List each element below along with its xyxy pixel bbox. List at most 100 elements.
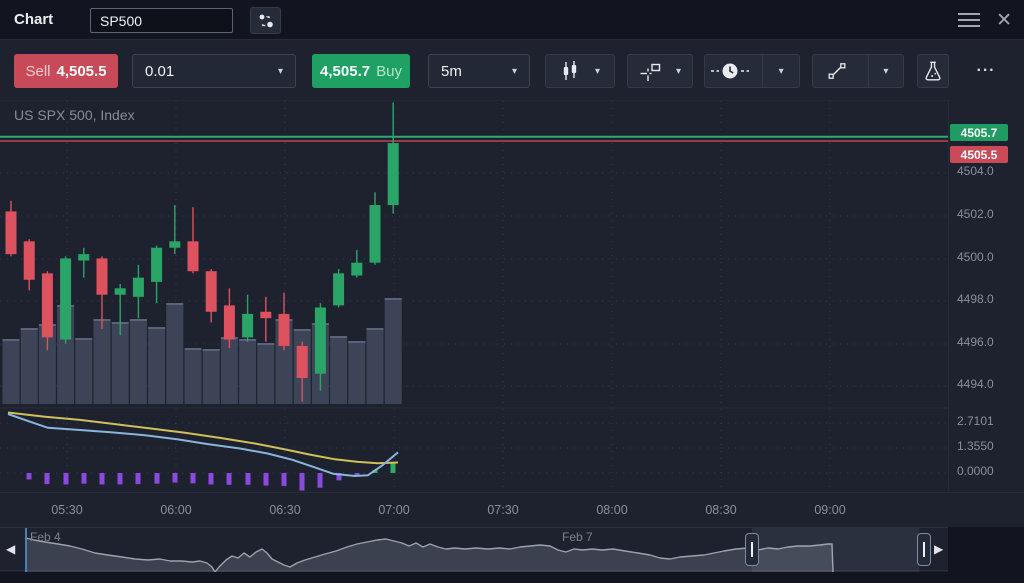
flask-icon — [923, 60, 943, 82]
related-markets-button[interactable] — [250, 7, 281, 34]
candle-body — [297, 346, 308, 378]
navigator-selection-window[interactable] — [752, 528, 919, 572]
navigator-left-handle[interactable] — [745, 533, 759, 566]
chart-window: Chart SP500 ✕ Sell 4,505.5 0.01 — [0, 0, 1024, 583]
candle-body — [78, 254, 89, 260]
sell-button[interactable]: Sell 4,505.5 — [14, 54, 118, 88]
candle-body — [224, 305, 235, 339]
volume-bar — [239, 339, 256, 404]
time-axis[interactable]: 05:3006:0006:3007:0007:3008:0008:3009:00 — [0, 492, 1024, 527]
chart-canvas[interactable] — [0, 100, 948, 492]
volume-bar-cap — [330, 336, 347, 338]
symbol-value: SP500 — [100, 13, 142, 29]
volume-bar — [348, 341, 365, 404]
navigator-scroll-right-icon[interactable]: ▶ — [934, 542, 943, 556]
candle-body — [370, 205, 381, 263]
chevron-down-icon: ▾ — [779, 66, 784, 77]
volume-bar — [130, 319, 147, 404]
candle-body — [24, 241, 35, 279]
navigator-right-handle[interactable] — [917, 533, 931, 566]
axis-tick-label: 4494.0 — [957, 377, 994, 391]
candle-body — [60, 258, 71, 339]
clock-dashes-icon[interactable] — [705, 55, 755, 87]
macd-histogram-bar — [155, 473, 160, 484]
volume-bar-cap — [367, 328, 384, 330]
chevron-down-icon: ▾ — [595, 66, 600, 77]
candle-body — [260, 312, 271, 318]
history-navigator[interactable]: Feb 4 Feb 7 ◀ ▶ — [0, 527, 948, 571]
topbar: Chart SP500 ✕ — [0, 0, 1024, 40]
crosshair-price-label-icon — [639, 60, 661, 82]
macd-histogram-bar — [246, 473, 251, 485]
time-tick-label: 07:30 — [487, 503, 518, 517]
navigator-area-fill — [26, 538, 833, 572]
volume-bar — [166, 303, 183, 404]
timeframe-dropdown[interactable]: 5m ▾ — [428, 54, 530, 88]
macd-histogram-bar — [391, 463, 396, 473]
clock-tool-caret[interactable]: ▾ — [762, 55, 799, 87]
macd-histogram-bar — [264, 473, 269, 486]
volume-bar — [257, 343, 274, 404]
candle-body — [315, 308, 326, 374]
size-dropdown[interactable]: 0.01 ▾ — [132, 54, 296, 88]
window-title: Chart — [14, 11, 53, 28]
time-tick-label: 06:30 — [269, 503, 300, 517]
sell-price: 4,505.5 — [56, 63, 106, 80]
price-and-indicator-panes — [0, 101, 948, 493]
buy-button[interactable]: 4,505.7 Buy — [312, 54, 410, 88]
window-controls: ✕ — [956, 0, 1012, 40]
volume-bar-cap — [385, 298, 402, 300]
symbol-input[interactable]: SP500 — [90, 8, 233, 33]
candle-body — [333, 273, 344, 305]
session-clock-tool: ▾ — [704, 54, 800, 88]
chart-style-dropdown[interactable]: ▾ — [545, 54, 615, 88]
trend-line-icon[interactable] — [813, 55, 861, 87]
drawing-tool-caret[interactable]: ▾ — [868, 55, 903, 87]
sell-label: Sell — [25, 63, 50, 80]
volume-bar-cap — [294, 329, 311, 331]
candle-body — [97, 258, 108, 294]
price-axis[interactable]: 4504.04502.04500.04498.04496.04494.02.71… — [948, 100, 1024, 492]
macd-histogram-bar — [45, 473, 50, 484]
volume-bar — [21, 328, 38, 404]
indicators-button[interactable] — [917, 54, 949, 88]
candle-body — [388, 143, 399, 205]
candle-body — [6, 211, 17, 254]
related-markets-icon — [257, 12, 275, 30]
macd-histogram-bar — [82, 473, 87, 484]
navigator-date-label: Feb 7 — [562, 530, 593, 544]
time-tick-label: 06:00 — [160, 503, 191, 517]
bottom-strip — [0, 572, 1024, 583]
more-options-button[interactable]: ··· — [968, 54, 1004, 88]
size-value: 0.01 — [145, 63, 174, 80]
volume-bar — [75, 338, 92, 404]
volume-bar — [94, 319, 111, 404]
buy-label: Buy — [376, 63, 402, 80]
candle-body — [151, 248, 162, 282]
candle-body — [242, 314, 253, 337]
axis-tick-label: 1.3550 — [957, 439, 994, 453]
macd-histogram-bar — [318, 473, 323, 488]
volume-bar — [367, 328, 384, 404]
navigator-scroll-left-icon[interactable]: ◀ — [6, 542, 15, 556]
candle-body — [169, 241, 180, 247]
volume-bar — [185, 348, 202, 404]
timeframe-value: 5m — [441, 63, 462, 80]
time-tick-label: 08:30 — [705, 503, 736, 517]
axis-tick-label: 4502.0 — [957, 207, 994, 221]
macd-histogram-bar — [191, 473, 196, 483]
volume-bar-cap — [203, 349, 220, 351]
volume-bar-cap — [75, 338, 92, 340]
axis-tick-label: 2.7101 — [957, 414, 994, 428]
volume-bar-cap — [3, 339, 20, 341]
macd-histogram-bar — [100, 473, 105, 484]
chevron-down-icon: ▾ — [883, 66, 888, 77]
volume-bar-cap — [21, 328, 38, 330]
menu-icon[interactable] — [956, 9, 982, 31]
close-icon[interactable]: ✕ — [996, 11, 1012, 30]
axis-tick-label: 4500.0 — [957, 250, 994, 264]
crosshair-tool-dropdown[interactable]: ▾ — [627, 54, 693, 88]
toolbar: Sell 4,505.5 0.01 ▾ 4,505.7 Buy 5m ▾ — [0, 40, 1024, 100]
navigator-date-label: Feb 4 — [30, 530, 61, 544]
buy-price: 4,505.7 — [320, 63, 370, 80]
